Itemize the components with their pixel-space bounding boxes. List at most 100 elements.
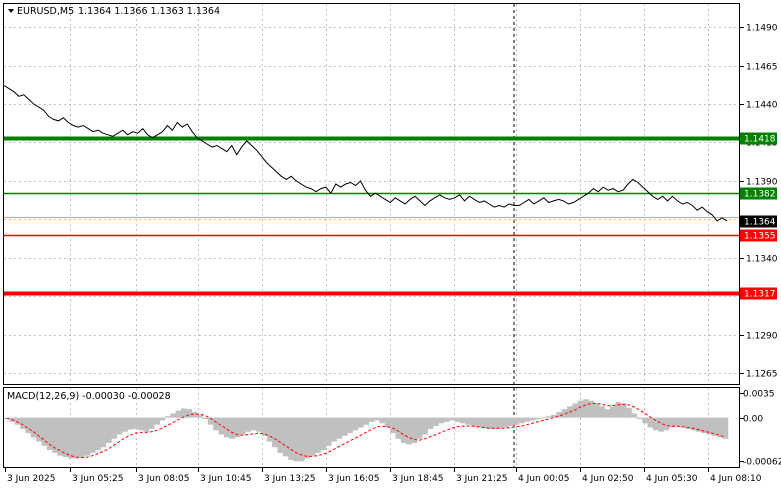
macd-histogram-bar bbox=[443, 417, 450, 422]
macd-histogram-bar bbox=[508, 417, 514, 427]
macd-histogram-bar bbox=[631, 413, 638, 418]
time-tick-label: 3 Jun 10:45 bbox=[200, 474, 251, 484]
macd-histogram-bar bbox=[626, 407, 632, 418]
macd-axis[interactable]: 0.0035 0.00 -0.00062 bbox=[739, 390, 781, 468]
macd-histogram-bar bbox=[502, 417, 509, 428]
macd-histogram-bar bbox=[132, 417, 139, 429]
macd-histogram-bar bbox=[79, 417, 85, 458]
macd-histogram-bar bbox=[572, 403, 579, 418]
macd-histogram-bar bbox=[304, 417, 310, 459]
macd-histogram-bar bbox=[395, 417, 402, 439]
macd-histogram-bar bbox=[100, 417, 107, 448]
time-tick-label: 4 Jun 08:10 bbox=[710, 474, 762, 484]
macd-histogram-bar bbox=[111, 417, 117, 439]
macd-histogram-bar bbox=[105, 417, 112, 443]
macd-histogram-bar bbox=[116, 417, 123, 435]
macd-histogram-bar bbox=[400, 417, 407, 443]
macd-histogram-bar bbox=[30, 417, 37, 438]
macd-histogram-bar bbox=[138, 417, 144, 431]
macd-histogram-bar bbox=[347, 417, 353, 434]
macd-histogram-bar bbox=[620, 403, 627, 418]
macd-histogram-bar bbox=[320, 417, 327, 450]
symbol-header: EURUSD,M5 1.1364 1.1366 1.1363 1.1364 bbox=[8, 6, 220, 17]
macd-histogram-bar bbox=[647, 417, 654, 428]
macd-histogram-bar bbox=[95, 417, 101, 450]
macd-histogram-bar bbox=[240, 417, 246, 435]
macd-histogram-bar bbox=[122, 417, 128, 432]
price-level-labels: 1.1418 1.1382 1.1355 1.1317 1.1364 bbox=[740, 132, 777, 300]
macd-histogram-bar bbox=[229, 417, 235, 439]
macd-histogram-bar bbox=[266, 417, 273, 442]
price-level-label: 1.1317 bbox=[744, 290, 776, 300]
price-level-label: 1.1418 bbox=[744, 135, 776, 145]
macd-histogram-bar bbox=[610, 406, 616, 418]
time-tick-label: 3 Jun 05:25 bbox=[72, 474, 123, 484]
ohlc-label: 1.1364 1.1366 1.1363 1.1364 bbox=[78, 6, 220, 17]
macd-histogram-bar bbox=[143, 417, 150, 432]
current-price-label: 1.1364 bbox=[744, 218, 776, 228]
macd-histogram-bar bbox=[518, 417, 525, 424]
macd-histogram-bar bbox=[63, 417, 69, 458]
time-tick-label: 3 Jun 21:25 bbox=[456, 474, 507, 484]
price-tick-label: 1.1490 bbox=[746, 24, 778, 34]
macd-histogram-bar bbox=[470, 417, 477, 427]
macd-histogram-bar bbox=[245, 417, 251, 432]
macd-histogram-bar bbox=[175, 410, 182, 418]
macd-histogram-bar bbox=[513, 417, 520, 425]
macd-histogram-bar bbox=[256, 417, 262, 432]
macd-histogram-bar bbox=[636, 417, 643, 419]
macd-histogram-bar bbox=[14, 417, 21, 425]
time-axis[interactable]: 3 Jun 2025 3 Jun 05:25 3 Jun 08:05 3 Jun 10… bbox=[5, 467, 762, 484]
macd-histogram-bar bbox=[449, 417, 455, 421]
price-axis[interactable]: 1.14901.14651.14401.14151.13901.13651.13… bbox=[739, 24, 778, 380]
macd-histogram-bar bbox=[540, 417, 546, 419]
macd-histogram-bar bbox=[336, 417, 343, 439]
macd-histogram-bar bbox=[604, 409, 611, 418]
macd-histogram-bar bbox=[164, 416, 171, 418]
macd-histogram-bar bbox=[642, 417, 648, 424]
chart-canvas[interactable]: 1.14901.14651.14401.14151.13901.13651.13… bbox=[0, 0, 781, 489]
macd-histogram-bar bbox=[465, 417, 471, 425]
macd-histogram-bar bbox=[722, 417, 729, 439]
macd-histogram-bar bbox=[427, 417, 434, 429]
macd-histogram-bar bbox=[202, 417, 209, 419]
macd-histogram-bar bbox=[197, 414, 203, 418]
macd-histogram-bar bbox=[422, 417, 428, 435]
macd-histogram-bar bbox=[663, 417, 670, 431]
price-tick-label: 1.1465 bbox=[746, 63, 778, 73]
macd-histogram-bar bbox=[593, 403, 600, 418]
macd-histogram-bar bbox=[390, 417, 396, 434]
macd-histogram-bar bbox=[331, 417, 337, 442]
macd-histogram-bar bbox=[154, 417, 160, 425]
macd-histogram-bar bbox=[186, 409, 192, 418]
macd-histogram-bar bbox=[159, 417, 166, 421]
macd-histogram-bar bbox=[148, 417, 155, 429]
macd-tick-label: 0.0035 bbox=[743, 390, 775, 400]
macd-histogram-bar bbox=[46, 417, 53, 450]
time-tick-label: 3 Jun 13:25 bbox=[264, 474, 315, 484]
macd-histogram-bar bbox=[288, 417, 294, 460]
macd-histogram-bar bbox=[127, 417, 133, 430]
trading-chart[interactable]: 1.14901.14651.14401.14151.13901.13651.13… bbox=[0, 0, 781, 489]
macd-histogram-bar bbox=[384, 417, 391, 428]
macd-tick-label: -0.00062 bbox=[743, 458, 781, 468]
macd-histogram-bar bbox=[416, 417, 423, 439]
macd-histogram-bar bbox=[481, 417, 487, 429]
macd-histogram-bar bbox=[674, 417, 681, 427]
macd-histogram-bar bbox=[406, 417, 412, 445]
macd-histogram-bar bbox=[315, 417, 321, 453]
time-tick-label: 3 Jun 18:45 bbox=[392, 474, 443, 484]
macd-histogram-bar bbox=[68, 417, 75, 459]
time-tick-label: 3 Jun 16:05 bbox=[328, 474, 379, 484]
macd-histogram-bar bbox=[363, 417, 369, 425]
macd-histogram-bar bbox=[599, 406, 605, 418]
macd-histogram-bar bbox=[374, 417, 380, 421]
macd-histogram-bar bbox=[218, 417, 225, 435]
time-tick-label: 3 Jun 08:05 bbox=[138, 474, 189, 484]
time-tick-label: 3 Jun 2025 bbox=[7, 474, 55, 484]
macd-histogram-bar bbox=[454, 417, 461, 422]
macd-histogram-bar bbox=[459, 417, 466, 424]
macd-histogram-bar bbox=[486, 417, 493, 429]
macd-histogram-bar bbox=[679, 417, 686, 428]
macd-histogram-bar bbox=[545, 416, 552, 418]
